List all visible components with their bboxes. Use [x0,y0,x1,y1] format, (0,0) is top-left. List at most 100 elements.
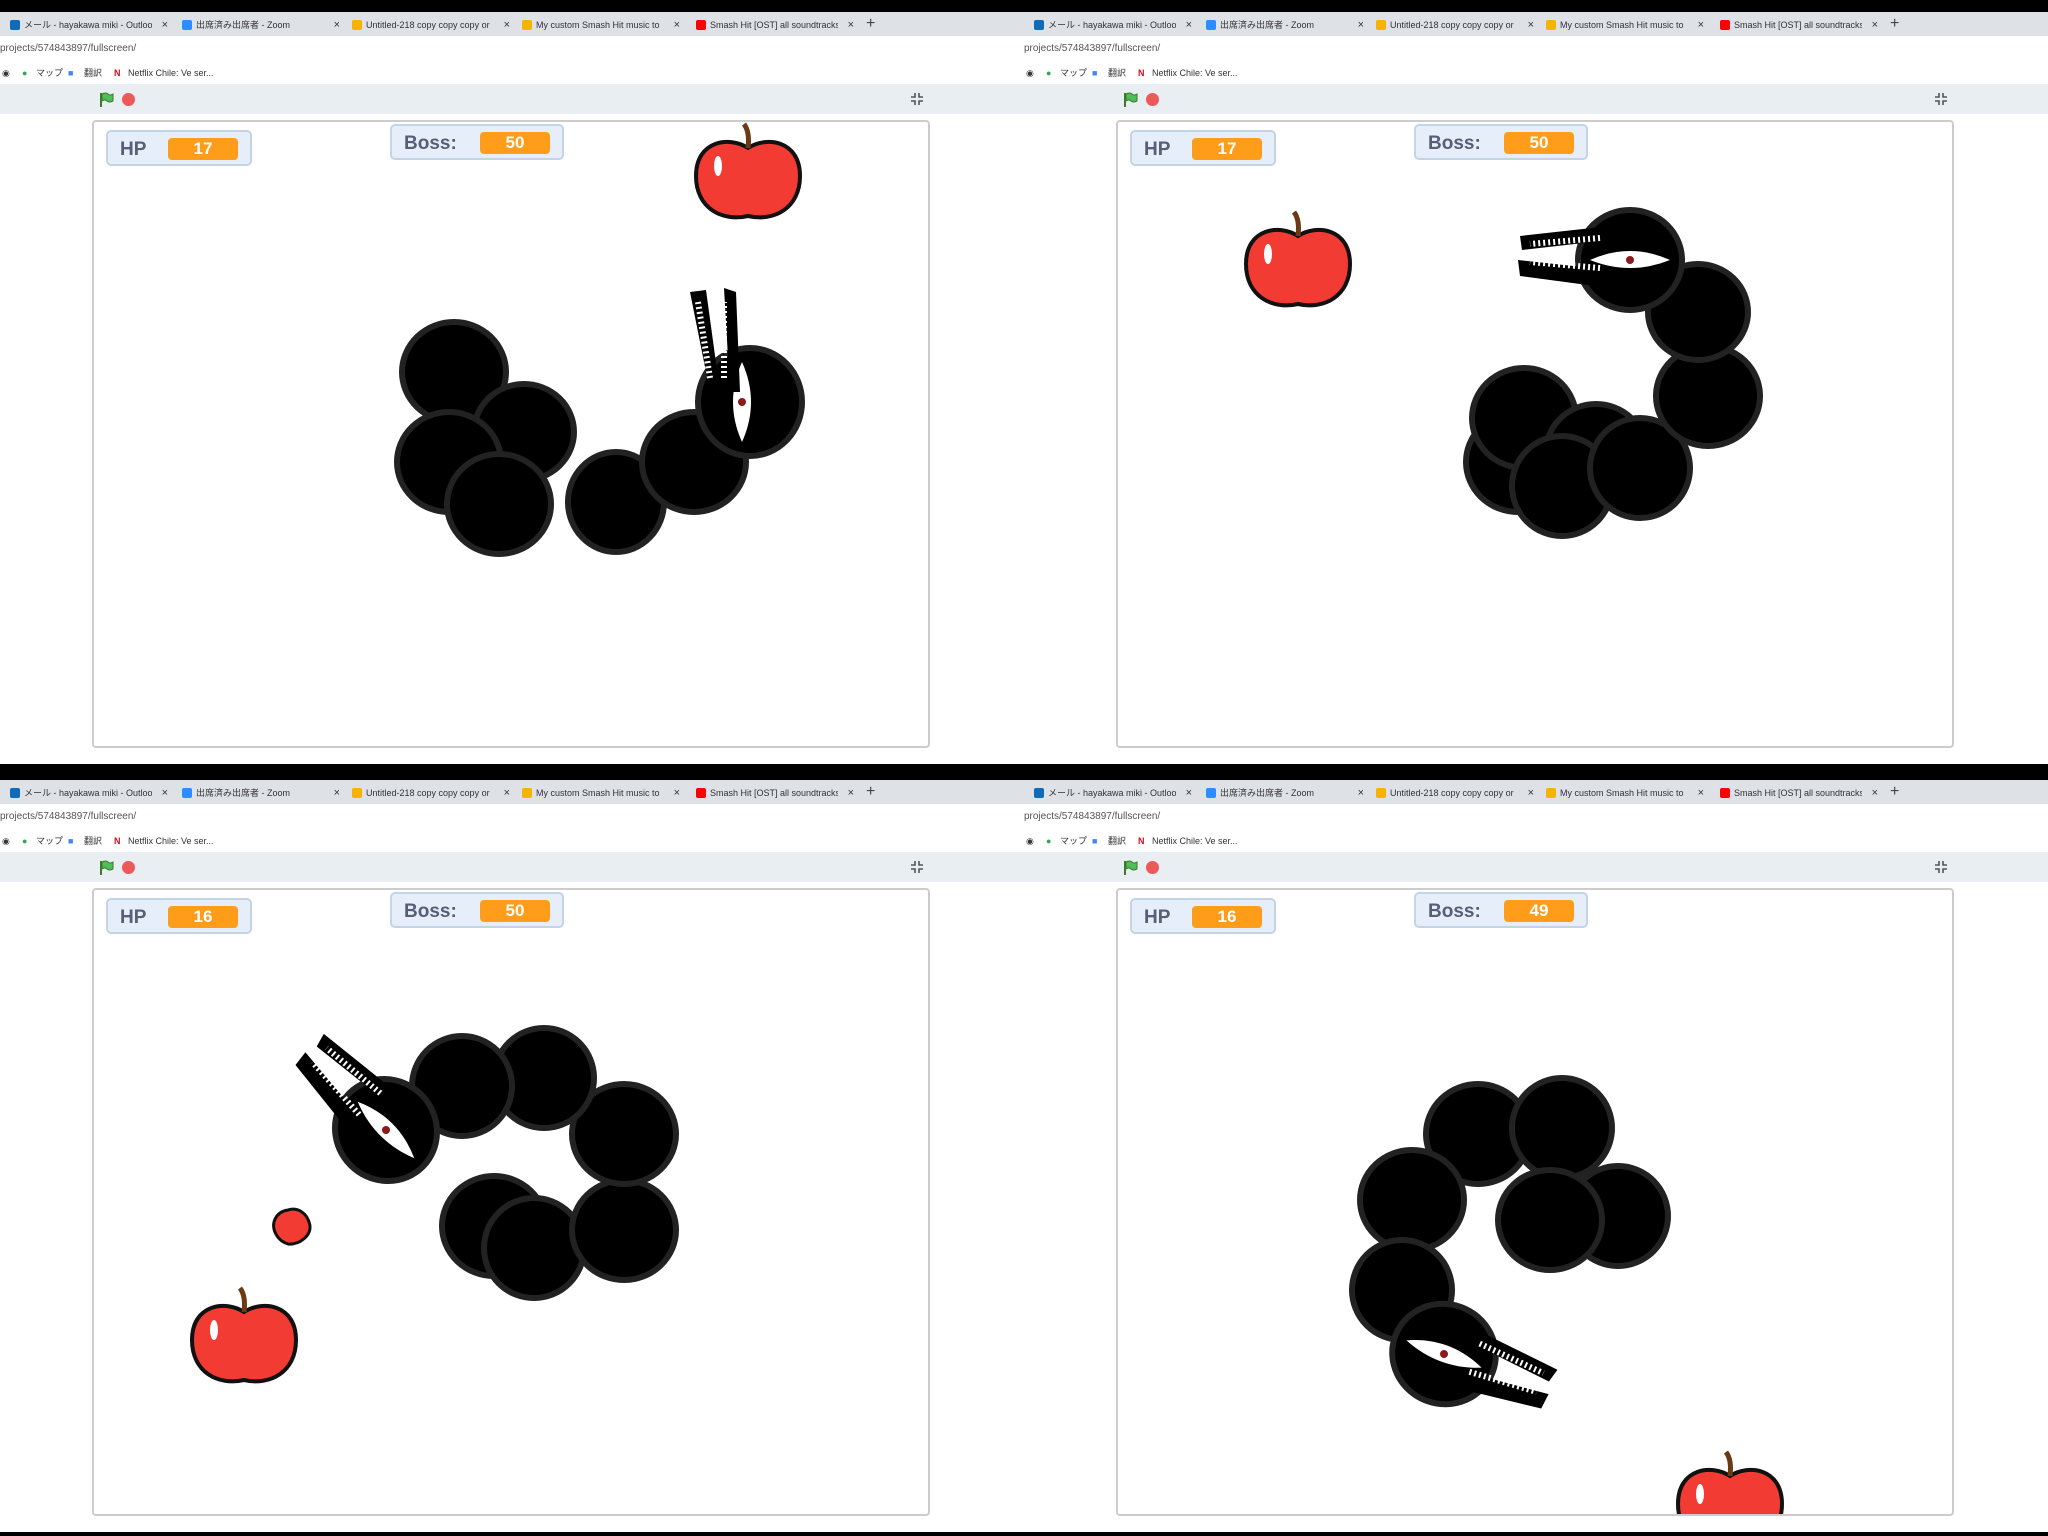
browser-tab[interactable]: Smash Hit [OST] all soundtracks × [690,14,858,36]
game-stage[interactable]: HP 17 Boss: 50 [92,120,930,748]
browser-tab[interactable]: メール - hayakawa miki - Outlook × [4,782,172,804]
exit-fullscreen-icon[interactable] [1934,92,1948,106]
close-tab-icon[interactable]: × [162,782,168,804]
bookmark-translate[interactable]: 翻訳 [1108,66,1126,80]
new-tab-button[interactable]: + [1890,780,1899,804]
browser-tab[interactable]: メール - hayakawa miki - Outlook × [1028,782,1196,804]
browser-tab[interactable]: My custom Smash Hit music to × [516,14,684,36]
green-flag-icon[interactable] [98,860,114,876]
bookmark-translate[interactable]: 翻訳 [84,834,102,848]
bookmarks-bar: ◉ ● マップ ■ 翻訳 N Netflix Chile: Ve ser... [0,62,1024,84]
browser-tab[interactable]: メール - hayakawa miki - Outlook × [1028,14,1196,36]
close-tab-icon[interactable]: × [1186,782,1192,804]
browser-tab[interactable]: Untitled-218 copy copy copy or × [346,14,514,36]
bookmark-netflix[interactable]: Netflix Chile: Ve ser... [128,834,214,848]
scratch-controls [0,84,1024,114]
close-tab-icon[interactable]: × [1872,14,1878,36]
address-text: projects/574843897/fullscreen/ [0,811,137,822]
tab-favicon-icon [352,788,362,798]
map-pin-icon: ● [22,68,28,78]
apps-icon[interactable]: ◉ [2,834,10,848]
tab-favicon-icon [182,788,192,798]
stop-sign-icon[interactable] [122,93,135,106]
browser-tab[interactable]: Smash Hit [OST] all soundtracks × [1714,782,1882,804]
address-bar[interactable]: projects/574843897/fullscreen/ [1024,804,2048,830]
scratch-controls [1024,84,2048,114]
browser-tab[interactable]: 出席済み出席者 - Zoom × [176,782,344,804]
address-text: projects/574843897/fullscreen/ [1024,811,1161,822]
browser-tab[interactable]: Smash Hit [OST] all soundtracks × [1714,14,1882,36]
tab-favicon-icon [182,20,192,30]
game-frame-1: メール - hayakawa miki - Outlook × 出席済み出席者 -… [0,12,1024,764]
bookmark-maps[interactable]: マップ [36,66,63,80]
green-flag-icon[interactable] [98,92,114,108]
bookmark-maps[interactable]: マップ [36,834,63,848]
tab-favicon-icon [1034,20,1044,30]
apps-icon[interactable]: ◉ [2,66,10,80]
browser-tab[interactable]: Untitled-218 copy copy copy or × [346,782,514,804]
close-tab-icon[interactable]: × [848,782,854,804]
game-stage[interactable]: HP 16 Boss: 50 [92,888,930,1516]
netflix-icon: N [114,836,121,846]
browser-tab[interactable]: 出席済み出席者 - Zoom × [1200,782,1368,804]
browser-tab[interactable]: Smash Hit [OST] all soundtracks × [690,782,858,804]
close-tab-icon[interactable]: × [334,14,340,36]
apple-sprite [189,1286,299,1384]
close-tab-icon[interactable]: × [334,782,340,804]
bookmark-translate[interactable]: 翻訳 [1108,834,1126,848]
game-stage[interactable]: HP 16 Boss: 49 [1116,888,1954,1516]
game-frame-2: メール - hayakawa miki - Outlook × 出席済み出席者 -… [1024,12,2048,764]
browser-tab[interactable]: My custom Smash Hit music to × [516,782,684,804]
stop-sign-icon[interactable] [1146,93,1159,106]
exit-fullscreen-icon[interactable] [910,92,924,106]
game-stage[interactable]: HP 17 Boss: 50 [1116,120,1954,748]
browser-tab-bar: メール - hayakawa miki - Outlook × 出席済み出席者 -… [0,780,1024,804]
browser-tab[interactable]: 出席済み出席者 - Zoom × [176,14,344,36]
address-bar[interactable]: projects/574843897/fullscreen/ [1024,36,2048,62]
green-flag-icon[interactable] [1122,92,1138,108]
close-tab-icon[interactable]: × [1186,14,1192,36]
close-tab-icon[interactable]: × [1358,782,1364,804]
close-tab-icon[interactable]: × [1698,782,1704,804]
bookmark-maps[interactable]: マップ [1060,834,1087,848]
stop-sign-icon[interactable] [1146,861,1159,874]
new-tab-button[interactable]: + [866,780,875,804]
browser-tab[interactable]: My custom Smash Hit music to × [1540,782,1708,804]
stop-sign-icon[interactable] [122,861,135,874]
bookmark-netflix[interactable]: Netflix Chile: Ve ser... [128,66,214,80]
browser-tab[interactable]: Untitled-218 copy copy copy or × [1370,14,1538,36]
close-tab-icon[interactable]: × [162,14,168,36]
new-tab-button[interactable]: + [866,12,875,36]
serpent-boss [1463,207,1763,539]
close-tab-icon[interactable]: × [504,782,510,804]
tab-favicon-icon [1034,788,1044,798]
close-tab-icon[interactable]: × [1872,782,1878,804]
close-tab-icon[interactable]: × [1698,14,1704,36]
serpent-segment [444,451,554,557]
browser-tab[interactable]: My custom Smash Hit music to × [1540,14,1708,36]
browser-tab[interactable]: メール - hayakawa miki - Outlook × [4,14,172,36]
bookmark-netflix[interactable]: Netflix Chile: Ve ser... [1152,66,1238,80]
bookmark-maps[interactable]: マップ [1060,66,1087,80]
new-tab-button[interactable]: + [1890,12,1899,36]
close-tab-icon[interactable]: × [674,14,680,36]
tab-favicon-icon [1546,20,1556,30]
close-tab-icon[interactable]: × [504,14,510,36]
close-tab-icon[interactable]: × [674,782,680,804]
bookmark-netflix[interactable]: Netflix Chile: Ve ser... [1152,834,1238,848]
green-flag-icon[interactable] [1122,860,1138,876]
address-bar[interactable]: projects/574843897/fullscreen/ [0,804,1024,830]
exit-fullscreen-icon[interactable] [910,860,924,874]
apps-icon[interactable]: ◉ [1026,834,1034,848]
close-tab-icon[interactable]: × [848,14,854,36]
address-bar[interactable]: projects/574843897/fullscreen/ [0,36,1024,62]
browser-tab[interactable]: 出席済み出席者 - Zoom × [1200,14,1368,36]
close-tab-icon[interactable]: × [1528,14,1534,36]
browser-tab-bar: メール - hayakawa miki - Outlook × 出席済み出席者 -… [1024,780,2048,804]
close-tab-icon[interactable]: × [1358,14,1364,36]
exit-fullscreen-icon[interactable] [1934,860,1948,874]
apps-icon[interactable]: ◉ [1026,66,1034,80]
bookmark-translate[interactable]: 翻訳 [84,66,102,80]
close-tab-icon[interactable]: × [1528,782,1534,804]
browser-tab[interactable]: Untitled-218 copy copy copy or × [1370,782,1538,804]
